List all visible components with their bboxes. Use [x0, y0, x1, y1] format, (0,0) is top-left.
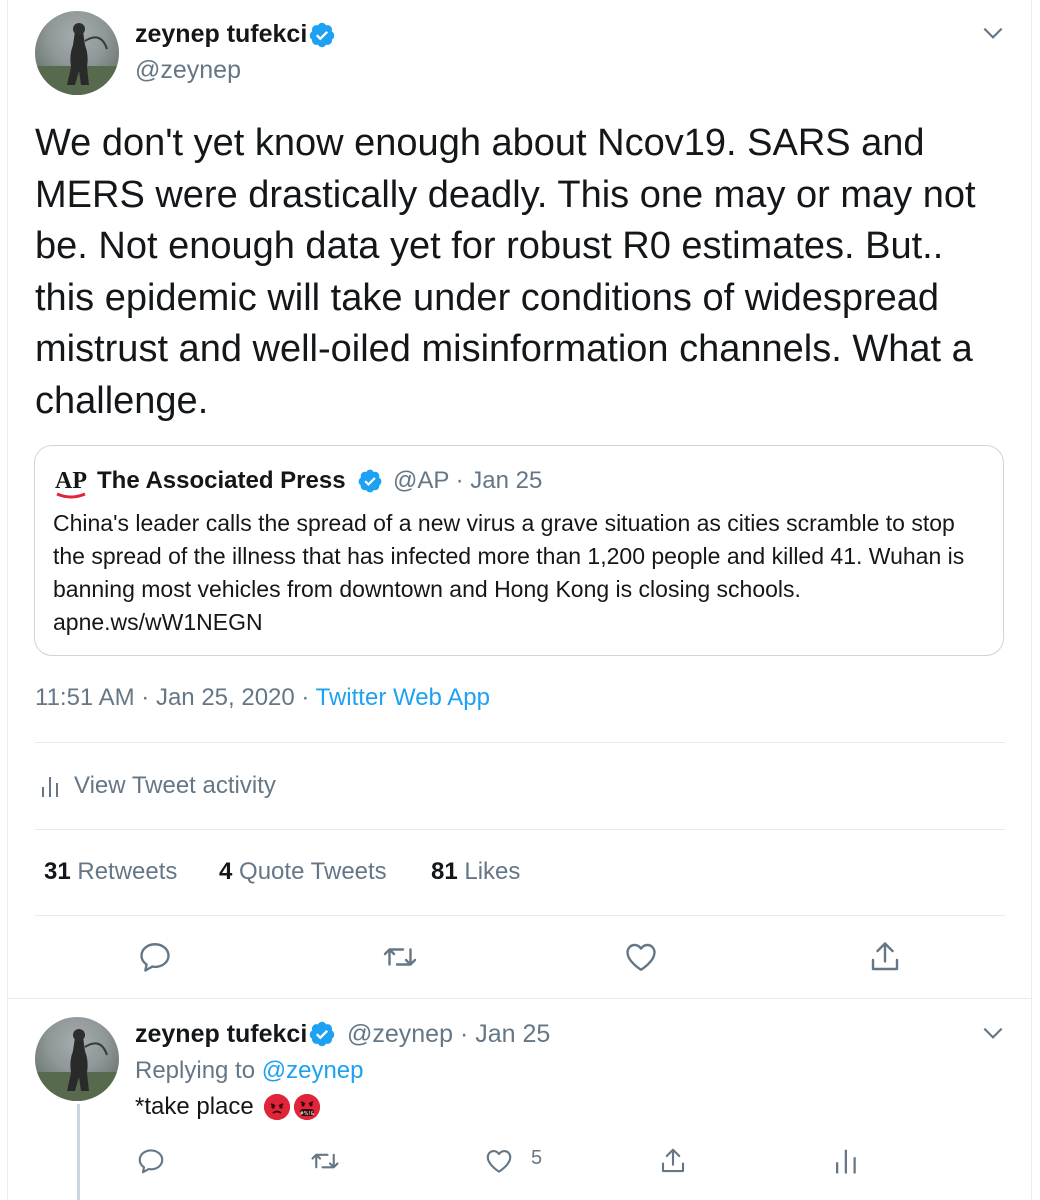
likes-count: 81: [431, 858, 458, 885]
chevron-down-icon[interactable]: [980, 1020, 1006, 1046]
retweet-icon[interactable]: [310, 1146, 340, 1176]
analytics-icon: [42, 777, 58, 797]
divider: [35, 915, 1005, 916]
quoted-text: China's leader calls the spread of a new…: [53, 510, 965, 635]
like-icon[interactable]: [623, 939, 659, 975]
verified-badge-icon: [357, 468, 383, 494]
author-name[interactable]: zeynep tufekci: [135, 1020, 307, 1049]
chevron-down-icon[interactable]: [980, 20, 1006, 46]
timeline-right-border: [1031, 0, 1032, 1200]
quoted-tweet-card[interactable]: AP The Associated Press @AP · Jan 25 Chi…: [34, 445, 1004, 656]
likes-label: Likes: [464, 858, 521, 885]
reply-meta[interactable]: @zeynep · Jan 25: [347, 1020, 550, 1049]
retweet-icon[interactable]: [382, 939, 418, 975]
thread-line: [77, 1104, 80, 1200]
tweet-separator: [8, 998, 1031, 999]
face-with-symbols-emoji: #%!&: [293, 1094, 320, 1120]
retweets-count: 31: [44, 858, 71, 885]
quoted-meta: @AP · Jan 25: [393, 467, 543, 494]
reply-icon[interactable]: [136, 1146, 166, 1176]
likes-stat[interactable]: 81 Likes: [431, 858, 520, 886]
quotes-count: 4: [219, 858, 233, 885]
author-handle[interactable]: @zeynep: [135, 56, 241, 85]
replying-to-handle[interactable]: @zeynep: [262, 1057, 364, 1084]
divider: [35, 742, 1005, 743]
analytics-icon[interactable]: [831, 1146, 861, 1176]
quoted-author-name: The Associated Press: [97, 467, 346, 494]
view-activity-link[interactable]: View Tweet activity: [40, 772, 276, 800]
replying-prefix: Replying to: [135, 1057, 262, 1084]
author-name[interactable]: zeynep tufekci: [135, 20, 307, 49]
tweet-time[interactable]: 11:51 AM · Jan 25, 2020 ·: [35, 684, 316, 711]
svg-text:AP: AP: [55, 468, 87, 494]
reply-text-row: *take place #%!&: [135, 1093, 320, 1121]
verified-badge-icon: [308, 21, 336, 49]
tweet-timestamp: 11:51 AM · Jan 25, 2020 · Twitter Web Ap…: [35, 684, 490, 712]
like-icon[interactable]: [484, 1146, 514, 1176]
verified-badge-icon: [308, 1020, 336, 1048]
divider: [35, 829, 1005, 830]
timeline-left-border: [7, 0, 8, 1200]
reply-text: *take place: [135, 1093, 254, 1120]
share-icon[interactable]: [658, 1146, 688, 1176]
quotes-label: Quote Tweets: [239, 858, 387, 885]
retweets-label: Retweets: [77, 858, 178, 885]
tweet-source[interactable]: Twitter Web App: [316, 684, 490, 711]
ap-logo: AP: [55, 466, 88, 500]
avatar[interactable]: [35, 1017, 119, 1101]
svg-text:#%!&: #%!&: [299, 1111, 314, 1117]
reply-icon[interactable]: [137, 939, 173, 975]
retweets-stat[interactable]: 31 Retweets: [44, 858, 177, 886]
replying-to: Replying to @zeynep: [135, 1057, 364, 1085]
quotes-stat[interactable]: 4 Quote Tweets: [219, 858, 387, 886]
pouting-face-emoji: [263, 1094, 290, 1120]
avatar[interactable]: [35, 11, 119, 95]
view-activity-label: View Tweet activity: [74, 772, 276, 799]
reply-like-count: 5: [531, 1147, 543, 1169]
share-icon[interactable]: [867, 939, 903, 975]
tweet-text: We don't yet know enough about Ncov19. S…: [35, 122, 976, 422]
